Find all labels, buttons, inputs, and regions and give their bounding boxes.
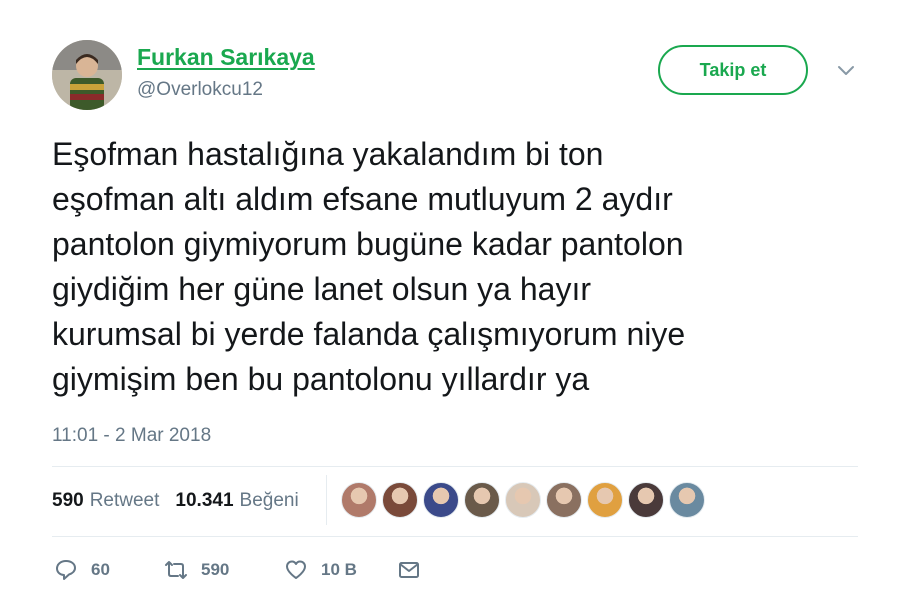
- liker-avatar[interactable]: [341, 482, 377, 518]
- like-count: 10 B: [321, 560, 357, 579]
- engagement-stats: 590 Retweet 10.341 Beğeni: [52, 488, 315, 514]
- retweet-stat-label: Retweet: [89, 490, 160, 511]
- liker-avatar[interactable]: [546, 482, 582, 518]
- liker-avatar[interactable]: [628, 482, 664, 518]
- retweet-icon: [165, 561, 187, 579]
- retweet-button[interactable]: 590: [164, 558, 284, 582]
- retweet-stat[interactable]: 590 Retweet: [52, 490, 159, 512]
- liker-avatar[interactable]: [423, 482, 459, 518]
- liker-avatar[interactable]: [587, 482, 623, 518]
- chevron-down-icon[interactable]: [836, 64, 856, 78]
- author-avatar[interactable]: [52, 40, 122, 110]
- direct-message-button[interactable]: [397, 558, 434, 582]
- reply-icon: [56, 560, 76, 580]
- divider-top: [52, 466, 858, 467]
- liker-avatar[interactable]: [505, 482, 541, 518]
- reply-button[interactable]: 60: [54, 558, 164, 582]
- author-handle[interactable]: @Overlokcu12: [137, 79, 263, 101]
- liker-avatar[interactable]: [382, 482, 418, 518]
- reply-count: 60: [91, 560, 110, 579]
- divider-bottom: [52, 536, 858, 537]
- stats-separator: [326, 475, 327, 525]
- author-name[interactable]: Furkan Sarıkaya: [137, 44, 315, 71]
- tweet-text: Eşofman hastalığına yakalandım bi ton eş…: [52, 136, 686, 397]
- envelope-icon: [399, 562, 419, 578]
- like-stat-label: Beğeni: [239, 490, 299, 511]
- like-stat-count: 10.341: [175, 490, 234, 511]
- like-stat[interactable]: 10.341 Beğeni: [175, 490, 298, 512]
- tweet-actions: 60 590 10 B: [54, 556, 434, 584]
- liker-avatars: [341, 482, 710, 518]
- retweet-count: 590: [201, 560, 230, 579]
- liker-avatar[interactable]: [464, 482, 500, 518]
- tweet-timestamp[interactable]: 11:01 - 2 Mar 2018: [52, 425, 211, 447]
- liker-avatar[interactable]: [669, 482, 705, 518]
- retweet-stat-count: 590: [52, 490, 84, 511]
- like-button[interactable]: 10 B: [284, 558, 397, 582]
- heart-icon: [286, 560, 306, 579]
- follow-button[interactable]: Takip et: [658, 45, 808, 95]
